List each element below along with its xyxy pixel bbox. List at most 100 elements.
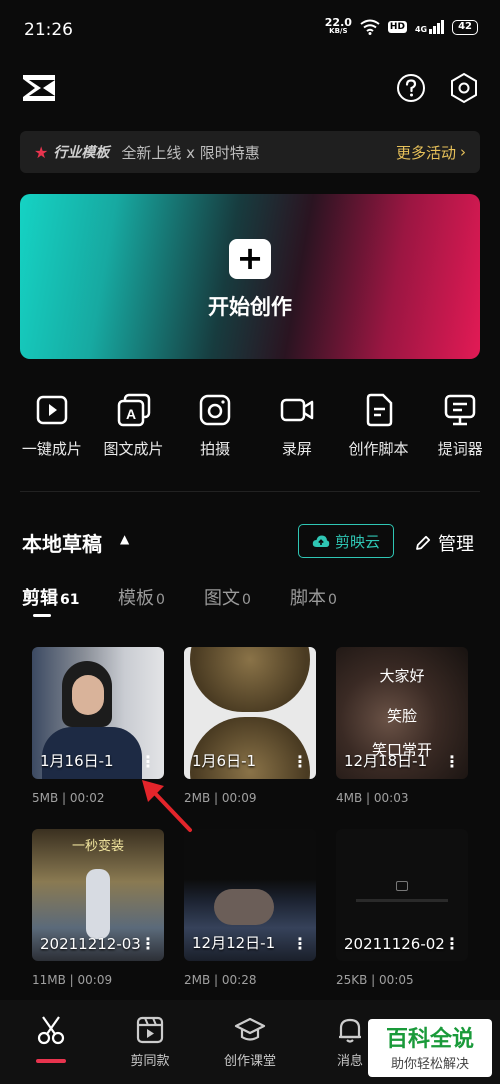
draft-item[interactable]: 12月12日-1 ⋮ — [184, 829, 316, 961]
tool-image-text[interactable]: A 图文成片 — [94, 392, 174, 472]
more-vertical-icon[interactable]: ⋮ — [140, 934, 156, 953]
screen-icon — [396, 881, 408, 891]
tab-edit[interactable]: 剪辑 61 — [22, 584, 79, 610]
watermark-sub: 助你轻松解决 — [390, 1057, 469, 1072]
watermark-logo: 百科全说 助你轻松解决 — [368, 1019, 492, 1077]
bell-icon — [339, 1018, 361, 1043]
overlay-text: 笑脸 — [386, 707, 417, 725]
nav-same-style[interactable]: 剪同款 — [110, 1014, 190, 1069]
draft-title: 12月18日-1 — [344, 752, 428, 770]
graduation-cap-icon — [234, 1017, 266, 1041]
status-bar: 21:26 22.0 KB/S HD 4G 42 — [0, 0, 500, 60]
capcut-logo-icon — [23, 75, 55, 101]
tab-count: 0 — [328, 592, 337, 608]
draft-meta: 5MB | 00:02 — [32, 791, 105, 805]
tool-teleprompter[interactable]: 提词器 — [420, 392, 500, 472]
draft-title: 12月12日-1 — [192, 934, 276, 952]
more-vertical-icon[interactable]: ⋮ — [292, 934, 308, 953]
play-square-icon — [36, 395, 68, 425]
draft-meta: 11MB | 00:09 — [32, 973, 113, 987]
plus-icon: + — [229, 239, 271, 279]
drafts-title[interactable]: 本地草稿 — [22, 528, 102, 557]
scissors-icon — [37, 1016, 65, 1045]
tool-record-screen[interactable]: 录屏 — [257, 392, 337, 472]
placeholder-line — [356, 899, 448, 902]
nav-edit[interactable] — [11, 1014, 91, 1050]
draft-tabs: 剪辑 61 模板 0 图文 0 脚本 0 — [0, 582, 500, 622]
status-time: 21:26 — [24, 20, 73, 40]
cloud-button[interactable]: 剪映云 — [298, 524, 394, 558]
image-text-icon: A — [117, 393, 150, 427]
more-vertical-icon[interactable]: ⋮ — [140, 752, 156, 771]
net-speed: 22.0 KB/S — [324, 16, 352, 36]
promo-banner[interactable]: ★ 行业模板 全新上线 x 限时特惠 更多活动 › — [20, 131, 480, 173]
person-figure — [214, 889, 274, 925]
promo-tag: 行业模板 — [53, 145, 110, 161]
battery-indicator: 42 — [452, 19, 478, 35]
drafts-header: 本地草稿 ▲ 剪映云 管理 — [0, 522, 500, 562]
draft-title: 1月16日-1 — [40, 752, 114, 770]
hd-badge: HD — [387, 21, 407, 33]
wifi-icon — [360, 19, 380, 35]
tab-count: 61 — [60, 592, 80, 608]
template-clapper-icon — [136, 1016, 164, 1044]
draft-item[interactable]: 一秒变装 20211212-03 ⋮ — [32, 829, 164, 961]
arrow-annotation-icon — [142, 780, 192, 832]
svg-text:A: A — [125, 406, 135, 422]
overlay-text: 大家好 — [379, 667, 425, 685]
watermark-main: 百科全说 — [385, 1027, 474, 1052]
tab-label: 剪辑 — [22, 588, 58, 609]
tool-one-click[interactable]: 一键成片 — [12, 392, 92, 472]
start-creating-label: 开始创作 — [208, 295, 292, 319]
more-vertical-icon[interactable]: ⋮ — [292, 752, 308, 771]
tab-template[interactable]: 模板 0 — [118, 584, 165, 610]
tool-label: 提词器 — [437, 440, 483, 458]
more-vertical-icon[interactable]: ⋮ — [444, 752, 460, 771]
nav-label: 剪同款 — [130, 1054, 170, 1069]
draft-title: 20211212-03 — [40, 935, 141, 953]
video-record-icon — [280, 398, 314, 422]
signal-icon: 4G — [414, 20, 445, 34]
net-speed-value: 22.0 — [324, 16, 352, 29]
tool-label: 创作脚本 — [348, 440, 409, 458]
tab-script[interactable]: 脚本 0 — [290, 584, 337, 610]
tool-script[interactable]: 创作脚本 — [339, 392, 419, 472]
network-type: 4G — [414, 25, 428, 34]
hexagon-settings-icon[interactable] — [448, 71, 480, 105]
tab-label: 图文 — [204, 588, 240, 609]
tab-count: 0 — [242, 592, 251, 608]
cloud-label: 剪映云 — [334, 532, 380, 551]
nav-label: 消息 — [336, 1054, 363, 1069]
tab-label: 脚本 — [290, 588, 326, 609]
nav-creator-class[interactable]: 创作课堂 — [210, 1014, 290, 1069]
overlay-text: 一秒变装 — [71, 839, 124, 854]
draft-title: 20211126-02 — [344, 935, 445, 953]
tool-shoot[interactable]: 拍摄 — [175, 392, 255, 472]
draft-meta: 4MB | 00:03 — [336, 791, 409, 805]
draft-item[interactable]: 20211126-02 ⋮ — [336, 829, 468, 961]
tab-label: 模板 — [118, 588, 154, 609]
draft-item[interactable]: 大家好 笑脸 笑口常开 12月18日-1 ⋮ — [336, 647, 468, 779]
draft-item[interactable]: 1月16日-1 ⋮ — [32, 647, 164, 779]
promo-text: 全新上线 x 限时特惠 — [121, 143, 260, 162]
draft-item[interactable]: 1月6日-1 ⋮ — [184, 647, 316, 779]
tool-label: 录屏 — [281, 440, 312, 458]
more-vertical-icon[interactable]: ⋮ — [444, 934, 460, 953]
start-creating-button[interactable]: + 开始创作 — [20, 194, 480, 359]
draft-meta: 25KB | 00:05 — [336, 973, 414, 987]
caret-up-icon[interactable]: ▲ — [120, 532, 129, 546]
manage-button[interactable]: 管理 — [414, 530, 474, 556]
tab-count: 0 — [156, 592, 165, 608]
top-bar — [0, 66, 500, 110]
help-circle-icon[interactable] — [395, 72, 427, 104]
nav-active-indicator — [36, 1059, 66, 1063]
teleprompter-icon — [444, 394, 476, 426]
manage-label: 管理 — [438, 534, 474, 555]
person-face — [72, 675, 104, 715]
divider — [20, 491, 480, 492]
script-doc-icon — [366, 393, 392, 427]
pencil-icon — [416, 535, 431, 550]
more-activities-link[interactable]: 更多活动 › — [396, 142, 466, 163]
more-activities-label: 更多活动 — [395, 143, 456, 162]
tab-image-text[interactable]: 图文 0 — [204, 584, 251, 610]
